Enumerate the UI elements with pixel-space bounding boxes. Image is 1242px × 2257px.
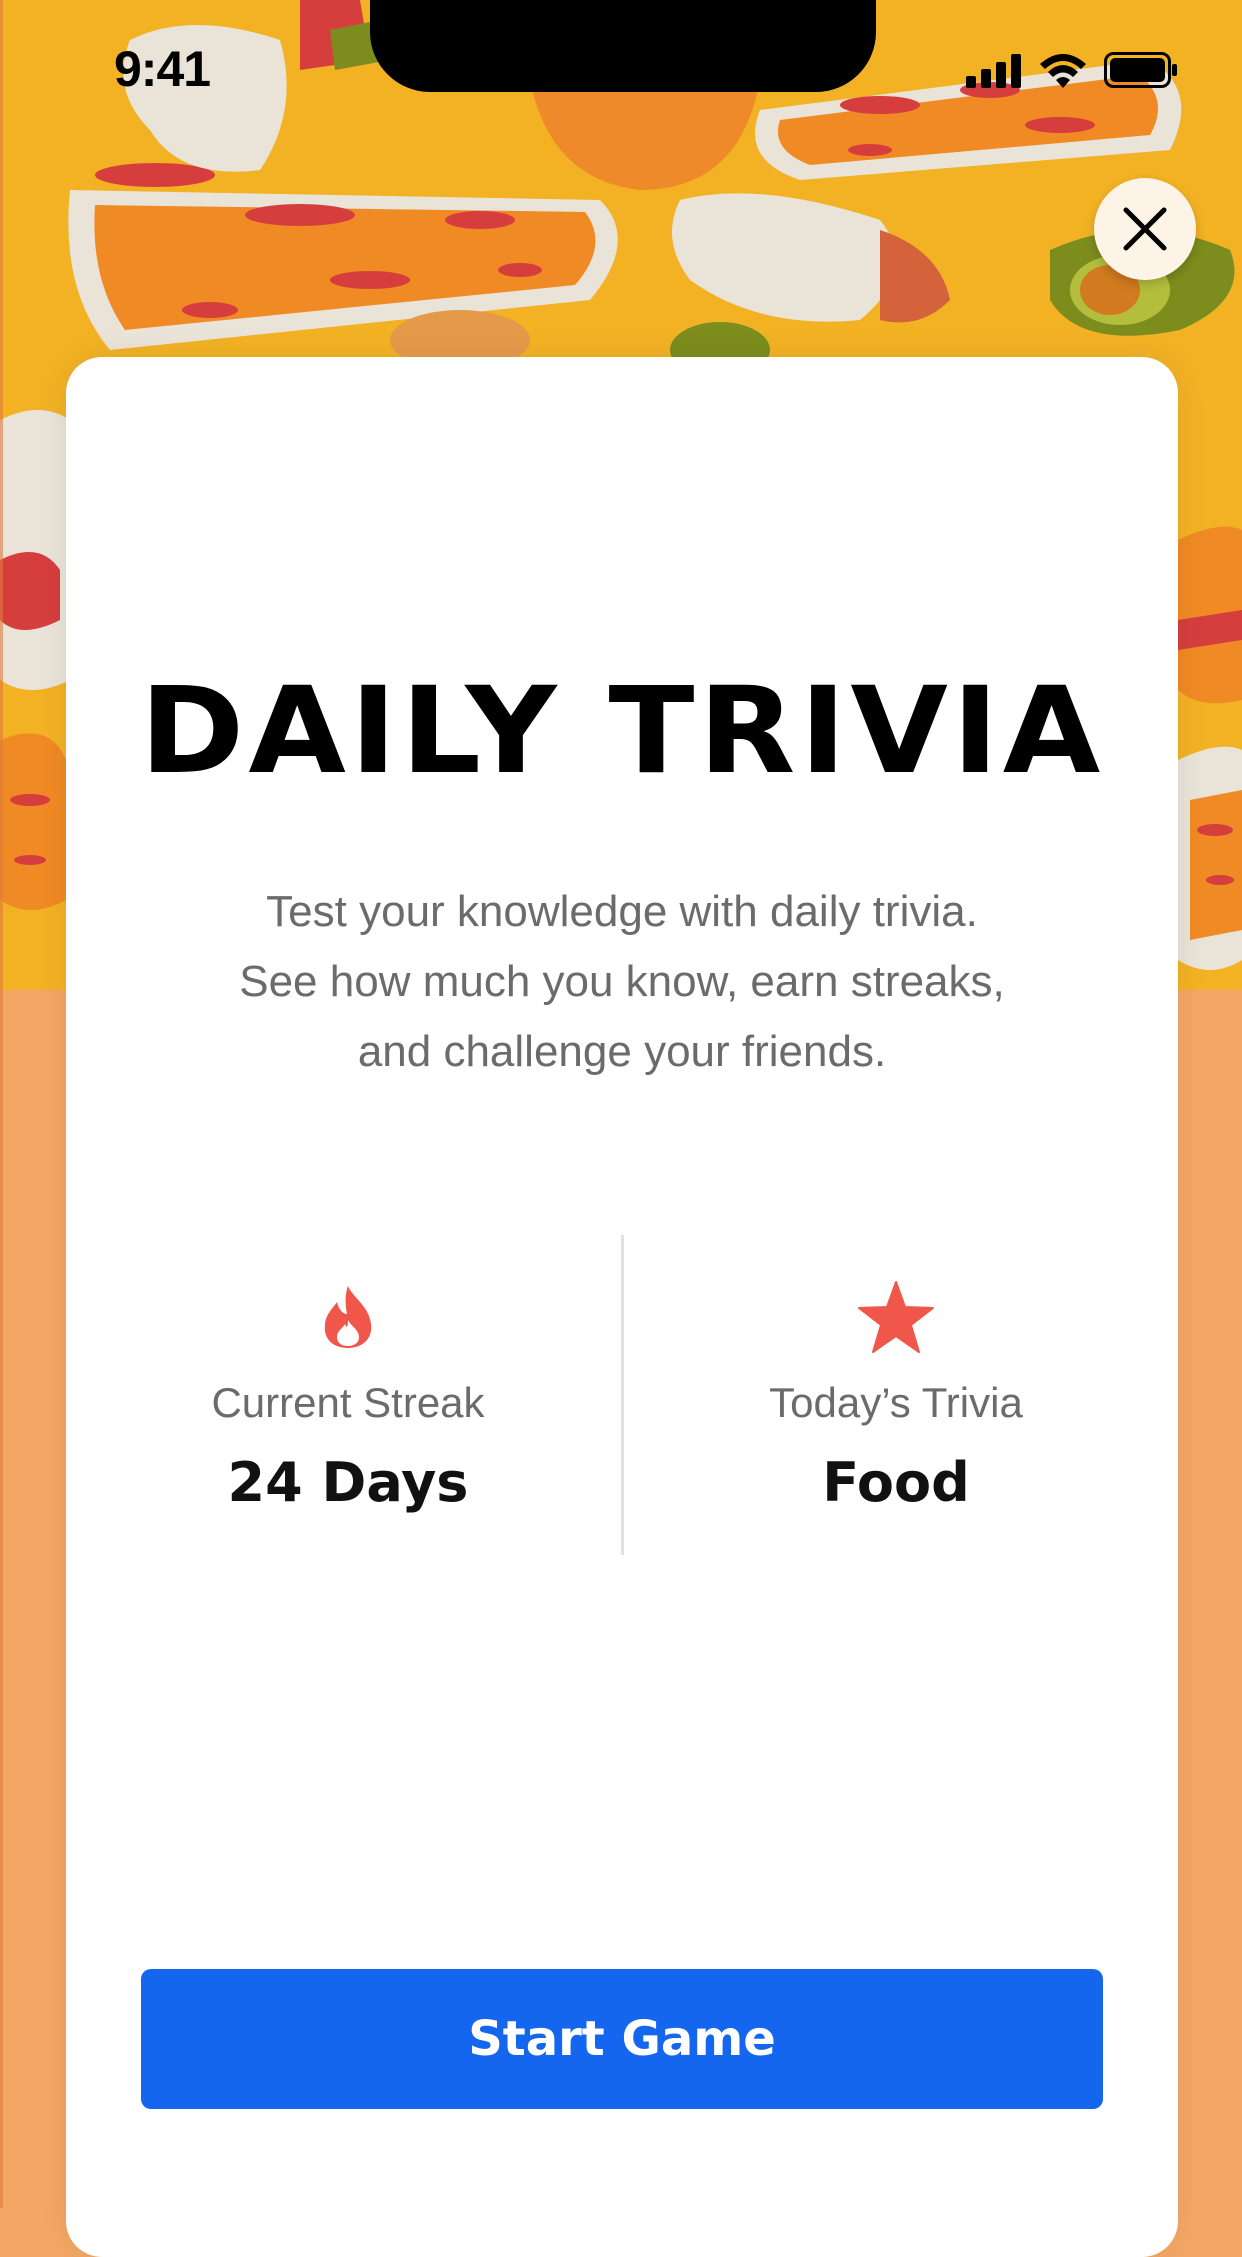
topic-stat: Today’s Trivia Food: [656, 1277, 1136, 1514]
star-icon: [656, 1277, 1136, 1357]
topic-value: Food: [822, 1451, 970, 1514]
device-notch: [370, 0, 876, 92]
description-line: Test your knowledge with daily trivia.: [266, 887, 978, 936]
description: Test your knowledge with daily trivia. S…: [146, 877, 1098, 1087]
page-title: DAILY TRIVIA: [139, 660, 1105, 801]
cellular-signal-icon: [966, 54, 1021, 88]
topic-label: Today’s Trivia: [769, 1379, 1023, 1426]
wifi-icon: [1040, 54, 1086, 88]
description-line: See how much you know, earn streaks,: [239, 957, 1005, 1006]
start-game-button[interactable]: Start Game: [141, 1969, 1103, 2109]
stats-divider: [621, 1235, 624, 1555]
edge-divider: [0, 0, 3, 2208]
status-time: 9:41: [114, 41, 211, 97]
flame-icon: [108, 1277, 588, 1357]
streak-stat: Current Streak 24 Days: [108, 1277, 588, 1514]
status-icons: [966, 52, 1178, 88]
pizza-slice-illustration: [68, 163, 618, 350]
battery-icon: [1104, 52, 1177, 88]
trivia-card: DAILY TRIVIA Test your knowledge with da…: [66, 357, 1178, 2257]
description-line: and challenge your friends.: [357, 1027, 887, 1076]
close-icon: [1123, 207, 1167, 251]
streak-label: Current Streak: [211, 1379, 485, 1426]
close-button[interactable]: [1094, 178, 1196, 280]
streak-value: 24 Days: [227, 1451, 469, 1514]
